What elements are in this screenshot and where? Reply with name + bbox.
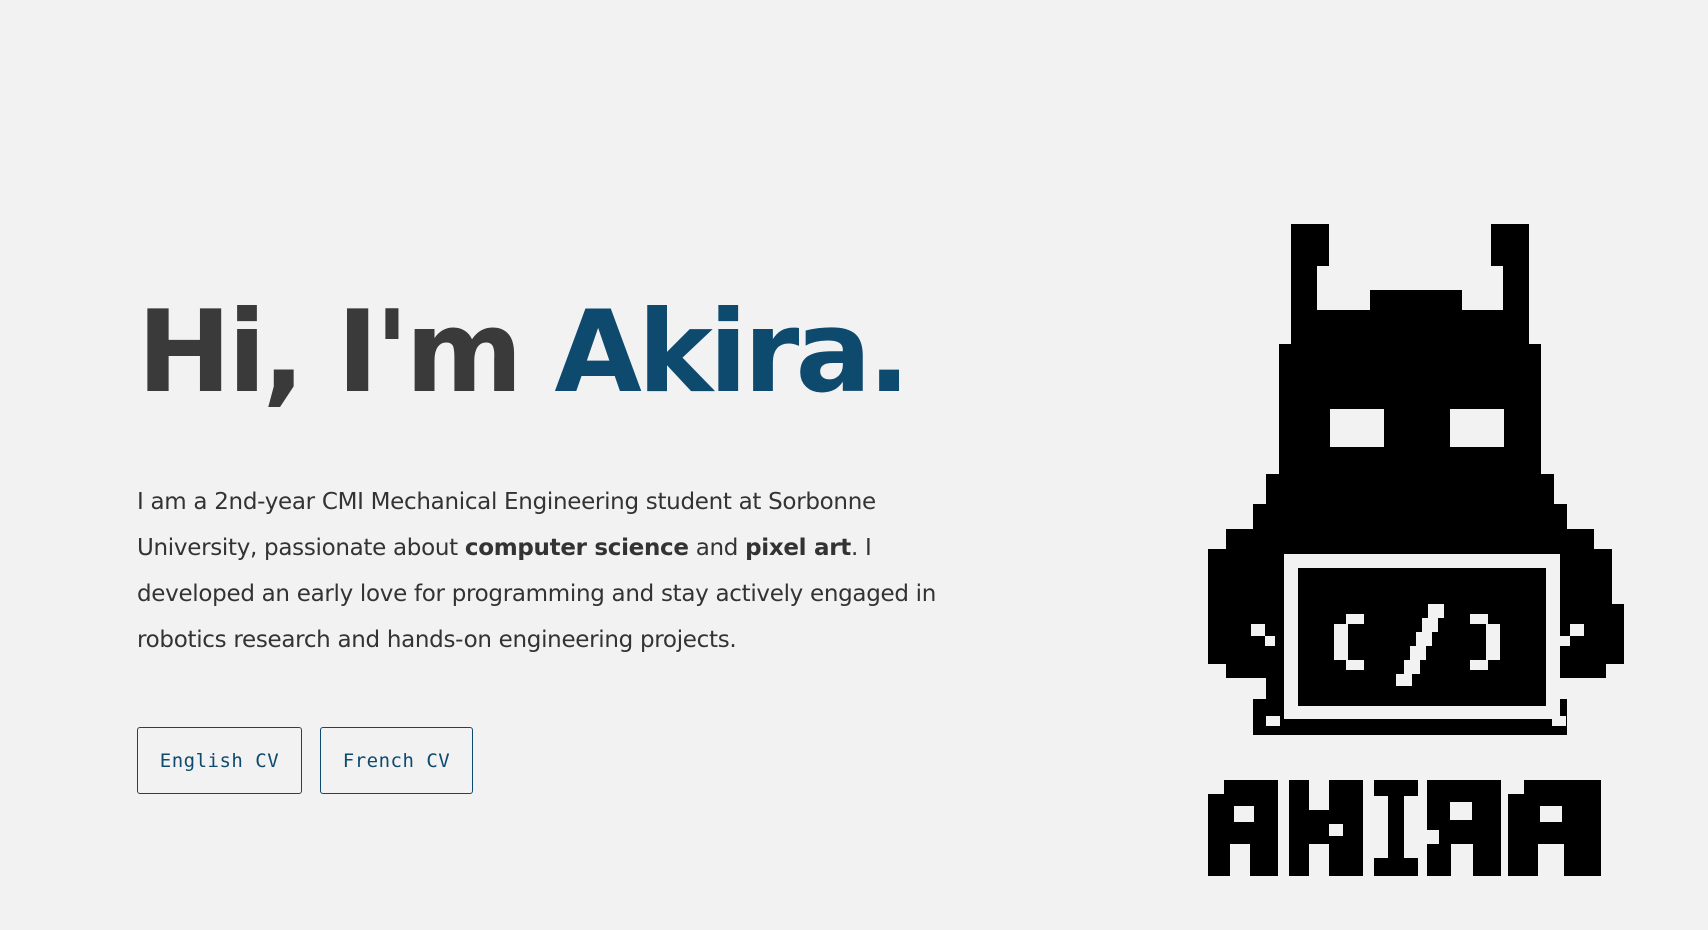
cv-buttons: English CV French CV [137, 727, 473, 794]
akira-pixel-mascot-logo [1208, 224, 1624, 876]
hero-section: Hi, I'm Akira. I am a 2nd-year CMI Mecha… [137, 296, 997, 663]
name-text: Akira. [554, 286, 910, 418]
greeting-text: Hi, I'm [137, 286, 523, 418]
page-title: Hi, I'm Akira. [137, 296, 997, 409]
french-cv-button[interactable]: French CV [320, 727, 473, 794]
intro-paragraph: I am a 2nd-year CMI Mechanical Engineeri… [137, 479, 987, 663]
english-cv-button[interactable]: English CV [137, 727, 302, 794]
intro-text-2: and [688, 535, 746, 561]
page: Hi, I'm Akira. I am a 2nd-year CMI Mecha… [0, 0, 1708, 930]
intro-highlight-computer-science: computer science [464, 535, 689, 561]
intro-highlight-pixel-art: pixel art [745, 535, 851, 561]
